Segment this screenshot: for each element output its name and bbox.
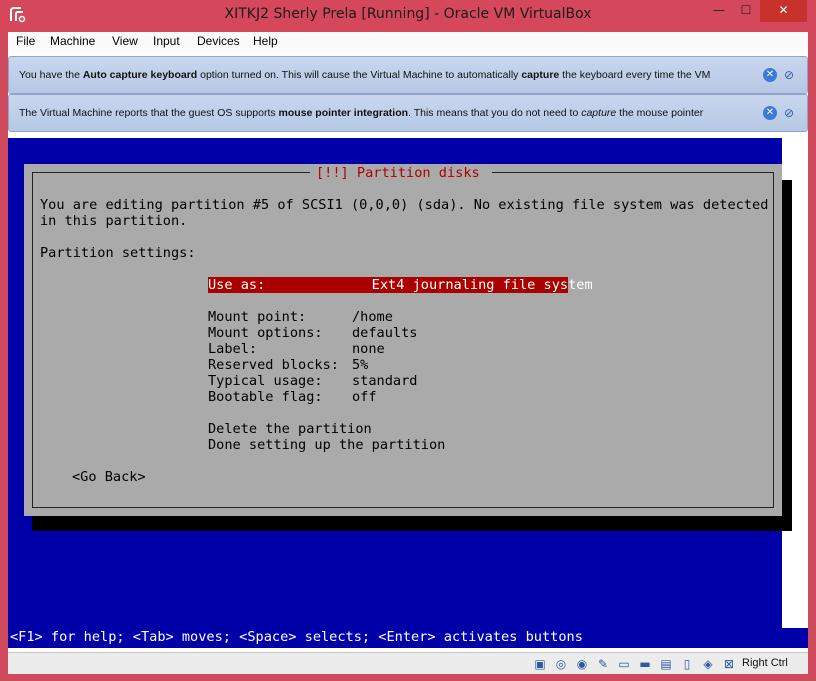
settings-value: none: [352, 341, 385, 357]
menu-file[interactable]: File: [16, 34, 35, 48]
maximize-button[interactable]: ☐: [733, 0, 759, 22]
dialog-border-top: [492, 172, 774, 173]
help-line: <F1> for help; <Tab> moves; <Space> sele…: [10, 629, 583, 645]
display-icon[interactable]: ▬: [637, 656, 653, 672]
audio-icon[interactable]: ◉: [574, 656, 590, 672]
optical-disk-icon[interactable]: ◎: [553, 656, 569, 672]
network-icon[interactable]: ▯: [679, 656, 695, 672]
partition-settings-heading: Partition settings:: [40, 245, 196, 261]
settings-label[interactable]: Bootable flag:: [208, 389, 323, 405]
guest-additions-icon[interactable]: ◈: [700, 656, 716, 672]
keyboard-capture-notice: You have the Auto capture keyboard optio…: [8, 56, 808, 94]
settings-value: 5%: [352, 357, 369, 373]
settings-label[interactable]: Typical usage:: [208, 373, 323, 389]
menu-input[interactable]: Input: [153, 34, 180, 48]
settings-label[interactable]: Mount options:: [208, 325, 323, 341]
settings-value: /home: [352, 309, 393, 325]
dialog-border-top: [32, 172, 310, 173]
hard-disk-icon[interactable]: ▣: [532, 656, 548, 672]
close-icon[interactable]: ✕: [763, 68, 777, 82]
vm-status-bar: ▣ ◎ ◉ ✎ ▭ ▬ ▤ ▯ ◈ ⊠ Right Ctrl: [8, 652, 808, 674]
menu-bar: File Machine View Input Devices Help: [8, 32, 808, 52]
mouse-notice-text: The Virtual Machine reports that the gue…: [19, 107, 704, 119]
do-not-show-icon[interactable]: ⊘: [781, 105, 797, 121]
menu-machine[interactable]: Machine: [50, 34, 95, 48]
mouse-integration-icon[interactable]: ⊠: [721, 656, 737, 672]
window-title: XITKJ2 Sherly Prela [Running] - Oracle V…: [224, 6, 592, 22]
menu-help[interactable]: Help: [253, 34, 278, 48]
go-back-button[interactable]: <Go Back>: [72, 469, 146, 485]
mouse-integration-notice: The Virtual Machine reports that the gue…: [8, 94, 808, 132]
use-as-option-selected[interactable]: Use as: Ext4 journaling file system: [208, 277, 593, 293]
dialog-title: [!!] Partition disks: [310, 165, 486, 181]
intro-text-line-1: You are editing partition #5 of SCSI1 (0…: [40, 197, 769, 213]
menu-view[interactable]: View: [112, 34, 138, 48]
intro-text-line-2: in this partition.: [40, 213, 188, 229]
do-not-show-icon[interactable]: ⊘: [781, 67, 797, 83]
settings-label[interactable]: Reserved blocks:: [208, 357, 339, 373]
usb-icon[interactable]: ✎: [595, 656, 611, 672]
video-capture-icon[interactable]: ▤: [658, 656, 674, 672]
close-button[interactable]: ✕: [760, 0, 807, 22]
shared-folder-icon[interactable]: ▭: [616, 656, 632, 672]
settings-value: off: [352, 389, 377, 405]
minimize-button[interactable]: —: [706, 0, 732, 22]
settings-value: defaults: [352, 325, 418, 341]
settings-label[interactable]: Label:: [208, 341, 257, 357]
window-titlebar[interactable]: XITKJ2 Sherly Prela [Running] - Oracle V…: [0, 0, 816, 32]
menu-devices[interactable]: Devices: [197, 34, 240, 48]
settings-value: standard: [352, 373, 418, 389]
done-partition-option[interactable]: Done setting up the partition: [208, 437, 445, 453]
settings-label[interactable]: Mount point:: [208, 309, 306, 325]
delete-partition-option[interactable]: Delete the partition: [208, 421, 372, 437]
host-key-label: Right Ctrl: [742, 657, 788, 669]
close-icon[interactable]: ✕: [763, 106, 777, 120]
keyboard-notice-text: You have the Auto capture keyboard optio…: [19, 69, 711, 81]
